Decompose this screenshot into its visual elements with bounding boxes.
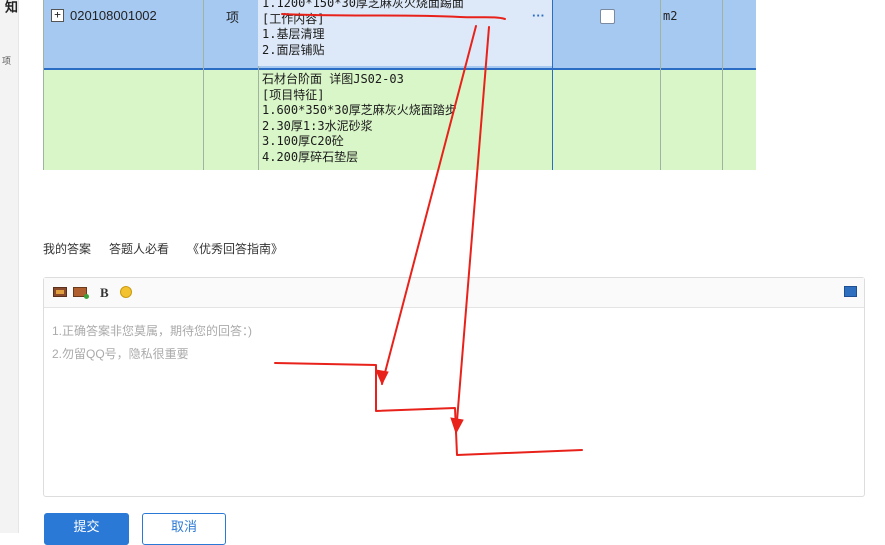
description-line: 1.1200*150*30厚芝麻灰火烧面踢面 [262,0,464,10]
description-line: [工作内容] [262,11,325,26]
sidebar-char-small: 项 [2,56,12,66]
editor-toolbar: B [44,278,864,308]
description-line: 2.30厚1:3水泥砂浆 [262,118,373,133]
upload-image-icon[interactable] [73,287,89,299]
left-sidebar-strip: 知 项 [0,0,19,533]
description-line: 3.100厚C20砼 [262,134,344,149]
item-code-cell: + 020108001002 [51,8,157,23]
description-line: 4.200厚碎石垫层 [262,149,359,164]
submit-button[interactable]: 提交 [44,513,129,545]
embedded-table-image: + 020108001002 项 1.1200*150*30厚芝麻灰火烧面踢面 … [43,0,756,170]
plus-icon[interactable]: + [51,9,64,22]
placeholder-line: 2.勿留QQ号，隐私很重要 [52,347,189,361]
bold-icon[interactable]: B [100,285,109,301]
item-description-cell: 石材台阶面 详图JS02-03 [项目特征] 1.600*350*30厚芝麻灰火… [262,72,552,166]
guide-link[interactable]: 《优秀回答指南》 [187,240,283,257]
measure-unit-cell: m2 [663,9,678,23]
emoji-icon[interactable] [120,286,132,298]
answer-editor[interactable]: B 1.正确答案非您莫属，期待您的回答：) 2.勿留QQ号，隐私很重要 [43,277,865,497]
placeholder-line: 1.正确答案非您莫属，期待您的回答：) [52,324,253,338]
fullscreen-icon[interactable] [844,286,857,297]
column-divider [43,0,44,170]
description-line: 1.基层清理 [262,27,325,41]
description-line: [项目特征] [262,87,325,102]
column-divider [722,0,723,170]
description-line: 2.面层铺贴 [262,42,325,57]
column-divider [203,0,204,170]
row-checkbox[interactable] [600,9,615,24]
tab-my-answer[interactable]: 我的答案 [43,240,91,257]
description-line: 1.600*350*30厚芝麻灰火烧面踏步 [262,103,457,118]
description-line: 石材台阶面 详图JS02-03 [262,72,404,86]
item-code: 020108001002 [70,8,157,23]
column-divider [660,0,661,170]
more-button[interactable]: ··· [532,8,545,23]
sidebar-char: 知 [3,0,18,13]
answer-tabs: 我的答案 答题人必看 《优秀回答指南》 [43,240,283,257]
tab-must-read[interactable]: 答题人必看 [109,240,169,257]
cancel-button[interactable]: 取消 [142,513,226,545]
answer-placeholder[interactable]: 1.正确答案非您莫属，期待您的回答：) 2.勿留QQ号，隐私很重要 [52,320,252,366]
insert-image-icon[interactable] [53,287,67,297]
column-divider [552,0,553,170]
item-type-cell: 项 [226,10,240,25]
item-description-cell: 1.1200*150*30厚芝麻灰火烧面踢面 [工作内容] 1.基层清理 2.面… [258,0,552,66]
